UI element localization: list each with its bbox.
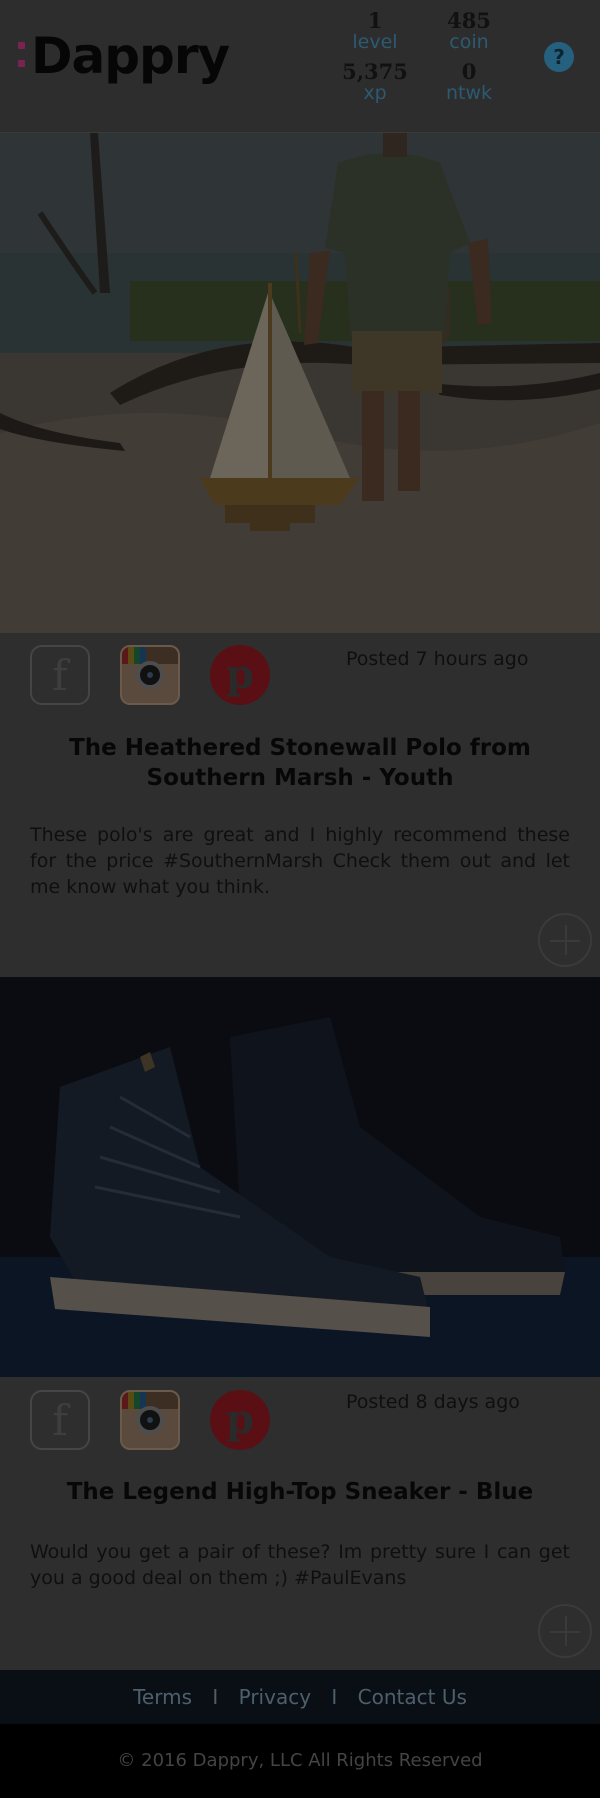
footer-link-contact[interactable]: Contact Us [358, 1685, 467, 1709]
post-card-2: f p Posted 8 days ago The Legend High-To… [0, 977, 600, 1670]
instagram-share-icon[interactable] [120, 1390, 180, 1450]
post-body: These polo's are great and I highly reco… [30, 824, 570, 898]
footer-separator: I [212, 1685, 219, 1709]
stat-ntwk: 0 ntwk [424, 59, 514, 104]
footer-links: Terms I Privacy I Contact Us [0, 1670, 600, 1724]
stat-coin-value: 485 [447, 8, 491, 33]
facebook-share-icon[interactable]: f [30, 645, 90, 705]
add-to-collection-button[interactable] [538, 1604, 592, 1658]
page: Dappry 1 level 485 coin 5,375 xp 0 ntwk … [0, 0, 600, 1798]
boy-with-sailboat-photo [0, 133, 600, 633]
pinterest-share-icon[interactable]: p [210, 645, 270, 705]
stat-level-value: 1 [367, 8, 383, 33]
instagram-lens [136, 661, 164, 689]
post-meta-1: f p Posted 7 hours ago The Heathered Sto… [0, 633, 600, 977]
high-top-sneaker-photo [0, 977, 600, 1377]
stat-level-label: level [352, 31, 398, 53]
footer-link-privacy[interactable]: Privacy [239, 1685, 311, 1709]
post-card-1: f p Posted 7 hours ago The Heathered Sto… [0, 133, 600, 977]
help-icon[interactable]: ? [544, 42, 574, 72]
footer-link-terms[interactable]: Terms [133, 1685, 192, 1709]
footer-separator: I [331, 1685, 338, 1709]
stat-ntwk-label: ntwk [445, 82, 493, 104]
logo-text: Dappry [31, 27, 230, 85]
stat-ntwk-value: 0 [461, 59, 477, 84]
stat-xp-value: 5,375 [342, 59, 408, 84]
post-image-2[interactable] [0, 977, 600, 1377]
app-header: Dappry 1 level 485 coin 5,375 xp 0 ntwk … [0, 0, 600, 133]
stat-xp: 5,375 xp [330, 59, 420, 104]
facebook-share-icon[interactable]: f [30, 1390, 90, 1450]
post-title[interactable]: The Legend High-Top Sneaker - Blue [30, 1477, 570, 1507]
instagram-lens [136, 1406, 164, 1434]
add-to-collection-button[interactable] [538, 913, 592, 967]
post-image-1[interactable] [0, 133, 600, 633]
stat-xp-label: xp [363, 82, 387, 104]
footer-copyright: © 2016 Dappry, LLC All Rights Reserved [0, 1724, 600, 1798]
post-timestamp: Posted 7 hours ago [346, 648, 529, 670]
stat-level: 1 level [330, 8, 420, 53]
logo-colon-mark [18, 36, 25, 76]
post-title[interactable]: The Heathered Stonewall Polo from Southe… [30, 733, 570, 793]
post-meta-2: f p Posted 8 days ago The Legend High-To… [0, 1377, 600, 1670]
instagram-share-icon[interactable] [120, 645, 180, 705]
stat-coin-label: coin [449, 31, 489, 53]
post-body: Would you get a pair of these? Im pretty… [30, 1541, 570, 1589]
stat-coin: 485 coin [424, 8, 514, 53]
post-timestamp: Posted 8 days ago [346, 1391, 520, 1413]
pinterest-share-icon[interactable]: p [210, 1390, 270, 1450]
